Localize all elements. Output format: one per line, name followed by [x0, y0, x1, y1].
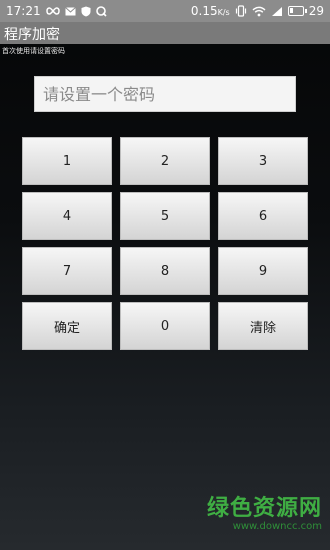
- infinity-icon: [45, 7, 60, 15]
- watermark: 绿色资源网 www.downcc.com: [206, 496, 322, 533]
- vibrate-icon: [235, 5, 247, 17]
- key-6[interactable]: 6: [218, 192, 308, 240]
- status-bar: 17:21 0.15K/s 29: [0, 0, 330, 22]
- key-2[interactable]: 2: [120, 137, 210, 185]
- password-input[interactable]: [34, 76, 296, 112]
- key-9[interactable]: 9: [218, 247, 308, 295]
- mail-icon: [64, 6, 76, 16]
- q-icon: [95, 5, 107, 17]
- key-5[interactable]: 5: [120, 192, 210, 240]
- key-3[interactable]: 3: [218, 137, 308, 185]
- keypad: 1 2 3 4 5 6 7 8 9 确定 0 清除: [22, 137, 308, 350]
- battery-icon: [287, 6, 307, 16]
- watermark-title: 绿色资源网: [206, 496, 322, 521]
- watermark-url: www.downcc.com: [232, 521, 322, 532]
- app-title-bar: 程序加密: [0, 22, 330, 44]
- battery-level: 29: [308, 4, 324, 18]
- shield-icon: [81, 6, 91, 17]
- key-0[interactable]: 0: [120, 302, 210, 350]
- setup-hint: 首次使用请设置密码: [2, 47, 65, 55]
- key-4[interactable]: 4: [22, 192, 112, 240]
- network-speed: 0.15K/s: [190, 4, 230, 18]
- key-1[interactable]: 1: [22, 137, 112, 185]
- key-8[interactable]: 8: [120, 247, 210, 295]
- clear-button[interactable]: 清除: [218, 302, 308, 350]
- app-title: 程序加密: [4, 27, 60, 43]
- status-time: 17:21: [6, 4, 41, 18]
- signal-icon: [271, 6, 283, 17]
- confirm-button[interactable]: 确定: [22, 302, 112, 350]
- wifi-icon: [252, 6, 266, 17]
- key-7[interactable]: 7: [22, 247, 112, 295]
